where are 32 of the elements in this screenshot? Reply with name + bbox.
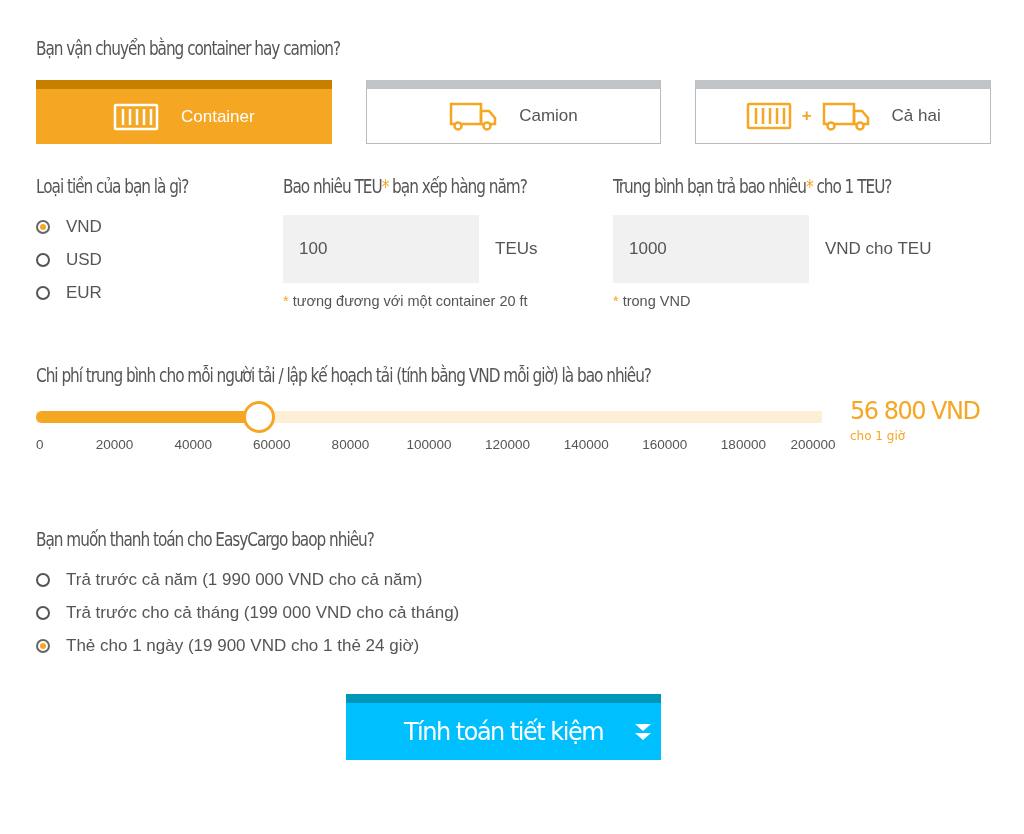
radio-option[interactable]: Trả trước cho cả tháng (199 000 VND cho cả tháng) (36, 596, 460, 629)
tick-label: 160000 (642, 437, 688, 452)
tick-label: 0 (36, 437, 44, 452)
tick-label: 40000 (174, 437, 212, 452)
tick-label: 140000 (563, 437, 609, 452)
radio-option[interactable]: EUR (36, 276, 102, 309)
radio-option[interactable]: USD (36, 243, 102, 276)
tick-label: 80000 (331, 437, 370, 452)
tick-label: 180000 (720, 437, 766, 452)
radio-option[interactable]: Trả trước cả năm (1 990 000 VND cho cả năm) (36, 563, 423, 596)
input-field[interactable]: 100 (283, 215, 479, 283)
question-heading: Bạn vận chuyển bằng container hay camion? (36, 35, 342, 62)
unit-label: VND cho TEU (825, 239, 932, 259)
tick-label: 200000 (790, 437, 836, 452)
radio-option[interactable]: Thẻ cho 1 ngày (19 900 VND cho 1 thẻ 24 giờ) (36, 629, 420, 662)
transport-tab[interactable]: + Cả hai (695, 80, 991, 144)
tick-label: 120000 (485, 437, 531, 452)
tick-label: 20000 (95, 437, 134, 452)
transport-tab[interactable]: Camion (365, 80, 662, 144)
question-heading: Trung bình bạn trả bao nhiêu* cho 1 TEU? (613, 173, 893, 200)
footnote: * tương đương với một container 20 ft (283, 293, 529, 309)
footnote: * trong VND (613, 293, 692, 309)
slider-reading: 56 800 VND cho 1 giờ (850, 397, 981, 445)
tick-label: 60000 (253, 437, 291, 452)
tick-label: 100000 (406, 437, 452, 452)
question-heading: Chi phí trung bình cho mỗi người tải / lập kế hoạch tải (tính bằng VND mỗi giờ) là bao nhiêu? (36, 362, 652, 389)
unit-label: TEUs (495, 239, 538, 259)
input-field[interactable]: 1000 (613, 215, 809, 283)
question-heading: Loại tiền của bạn là gì? (36, 173, 190, 200)
radio-option[interactable]: VND (36, 210, 102, 243)
question-heading: Bạn muốn thanh toán cho EasyCargo baop nhiêu? (36, 526, 375, 553)
question-heading: Bao nhiêu TEU* bạn xếp hàng năm? (283, 173, 528, 200)
